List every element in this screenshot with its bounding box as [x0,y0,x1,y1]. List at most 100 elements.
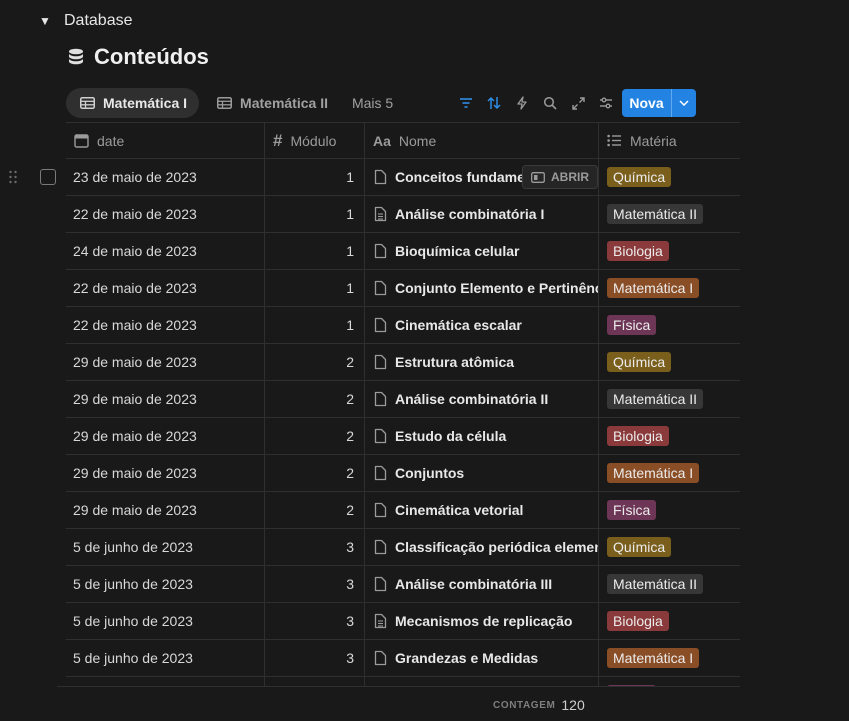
table-row[interactable]: 29 de maio de 2023 2 Conjuntos Matemática I [66,455,740,492]
cell-modulo[interactable]: 2 [265,492,365,528]
table-row[interactable]: 5 de junho de 2023 3 Classificação periódi… [66,529,740,566]
page-link-title[interactable]: Mecanismos de replicação [395,613,572,629]
cell-date[interactable]: 5 de junho de 2023 [66,603,265,639]
cell-nome[interactable]: Estudo da célula [365,418,599,454]
cell-date[interactable]: 29 de maio de 2023 [66,418,265,454]
cell-materia[interactable]: Física [599,677,740,686]
page-link-title[interactable]: Estudo da célula [395,428,506,444]
cell-date[interactable] [66,677,265,686]
new-button[interactable]: Nova [622,89,696,117]
cell-modulo[interactable]: 1 [265,159,365,195]
table-row[interactable]: 5 de junho de 2023 3 Mecanismos de replica… [66,603,740,640]
cell-materia[interactable]: Matemática I [599,270,740,306]
page-link-title[interactable]: Análise combinatória I [395,206,544,222]
cell-date[interactable]: 29 de maio de 2023 [66,344,265,380]
expand-icon[interactable] [564,89,592,117]
cell-modulo[interactable]: 2 [265,381,365,417]
column-header-date[interactable]: date [66,123,265,158]
table-row[interactable]: 29 de maio de 2023 2 Estudo da célula Biolo… [66,418,740,455]
cell-nome[interactable]: Análise combinatória III [365,566,599,602]
cell-date[interactable]: 23 de maio de 2023 [66,159,265,195]
column-header-nome[interactable]: Aa Nome [365,123,599,158]
cell-modulo[interactable]: 1 [265,307,365,343]
database-toggle[interactable]: ▼ Database [38,12,132,30]
cell-nome[interactable]: Mecanismos de replicação [365,603,599,639]
table-row[interactable]: 5 de junho de 2023 3 Análise combinatória … [66,566,740,603]
open-page-button[interactable]: ABRIR [522,165,598,189]
cell-materia[interactable]: Química [599,344,740,380]
cell-date[interactable]: 29 de maio de 2023 [66,455,265,491]
cell-nome[interactable]: Conceitos fundamentais ABRIR [365,159,599,195]
page-link-title[interactable]: Análise combinatória III [395,576,552,592]
cell-nome[interactable]: Análise combinatória II [365,381,599,417]
lightning-icon[interactable] [508,89,536,117]
filter-icon[interactable] [452,89,480,117]
search-icon[interactable] [536,89,564,117]
drag-handle-icon[interactable] [8,169,18,185]
cell-date[interactable]: 29 de maio de 2023 [66,492,265,528]
cell-materia[interactable]: Matemática II [599,381,740,417]
cell-nome[interactable]: Conjuntos [365,455,599,491]
cell-modulo[interactable]: 1 [265,233,365,269]
cell-modulo[interactable]: 3 [265,529,365,565]
cell-nome[interactable] [365,677,599,686]
column-header-materia[interactable]: Matéria [599,123,740,158]
cell-date[interactable]: 5 de junho de 2023 [66,529,265,565]
cell-date[interactable]: 22 de maio de 2023 [66,270,265,306]
page-link-title[interactable]: Bioquímica celular [395,243,519,259]
page-link-title[interactable]: Cinemática escalar [395,317,522,333]
cell-date[interactable]: 22 de maio de 2023 [66,196,265,232]
page-link-title[interactable]: Estrutura atômica [395,354,514,370]
page-link-title[interactable]: Conjuntos [395,465,464,481]
column-header-modulo[interactable]: # Módulo [265,123,365,158]
page-link-title[interactable]: Conjunto Elemento e Pertinência [395,280,598,296]
page-link-title[interactable]: Análise combinatória II [395,391,548,407]
cell-nome[interactable]: Conjunto Elemento e Pertinência [365,270,599,306]
settings-icon[interactable] [592,89,620,117]
table-row[interactable]: 29 de maio de 2023 2 Análise combinatória … [66,381,740,418]
chevron-down-icon[interactable] [672,89,696,117]
cell-modulo[interactable]: 3 [265,603,365,639]
count-summary[interactable]: CONTAGEM 120 [493,697,585,713]
row-checkbox[interactable] [40,169,56,185]
page-link-title[interactable]: Grandezas e Medidas [395,650,538,666]
cell-materia[interactable]: Biologia [599,418,740,454]
cell-modulo[interactable]: 1 [265,270,365,306]
cell-date[interactable]: 22 de maio de 2023 [66,307,265,343]
cell-materia[interactable]: Química [599,159,740,195]
page-link-title[interactable]: Classificação periódica elementos [395,539,598,555]
cell-modulo[interactable]: 2 [265,344,365,380]
cell-materia[interactable]: Biologia [599,603,740,639]
table-row[interactable]: 22 de maio de 2023 1 Análise combinatória … [66,196,740,233]
cell-materia[interactable]: Química [599,529,740,565]
table-row[interactable]: 5 de junho de 2023 3 Grandezas e Medidas Ma… [66,640,740,677]
cell-modulo[interactable]: 2 [265,418,365,454]
table-row[interactable]: 23 de maio de 2023 1 Conceitos fundamentai… [66,159,740,196]
cell-nome[interactable]: Grandezas e Medidas [365,640,599,676]
table-row[interactable]: 29 de maio de 2023 2 Cinemática vetorial Fí… [66,492,740,529]
cell-nome[interactable]: Cinemática escalar [365,307,599,343]
cell-date[interactable]: 5 de junho de 2023 [66,640,265,676]
cell-materia[interactable]: Biologia [599,233,740,269]
table-row[interactable]: 29 de maio de 2023 2 Estrutura atômica Quím… [66,344,740,381]
cell-date[interactable]: 29 de maio de 2023 [66,381,265,417]
cell-nome[interactable]: Cinemática vetorial [365,492,599,528]
tab-matematica-i[interactable]: Matemática I [66,88,200,118]
table-row[interactable]: Física [66,677,740,686]
cell-modulo[interactable]: 3 [265,566,365,602]
cell-materia[interactable]: Física [599,492,740,528]
cell-modulo[interactable] [265,677,365,686]
new-button-label[interactable]: Nova [622,89,672,117]
table-row[interactable]: 22 de maio de 2023 1 Cinemática escalar Fís… [66,307,740,344]
cell-nome[interactable]: Bioquímica celular [365,233,599,269]
cell-date[interactable]: 24 de maio de 2023 [66,233,265,269]
cell-materia[interactable]: Matemática II [599,566,740,602]
more-views-button[interactable]: Mais 5 [344,95,401,111]
table-row[interactable]: 22 de maio de 2023 1 Conjunto Elemento e P… [66,270,740,307]
cell-nome[interactable]: Análise combinatória I [365,196,599,232]
table-row[interactable]: 24 de maio de 2023 1 Bioquímica celular Bio… [66,233,740,270]
page-link-title[interactable]: Cinemática vetorial [395,502,523,518]
cell-materia[interactable]: Física [599,307,740,343]
tab-matematica-ii[interactable]: Matemática II [203,88,340,118]
sort-icon[interactable] [480,89,508,117]
